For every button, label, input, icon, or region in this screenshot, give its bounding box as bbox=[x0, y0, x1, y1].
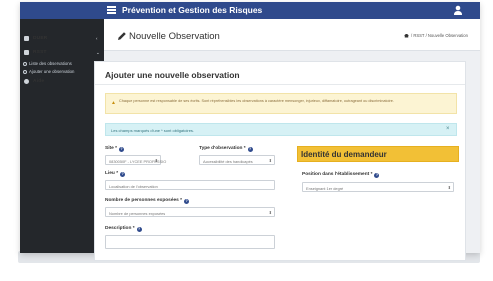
info-alert: Les champs marqués d'une * sont obligato… bbox=[105, 123, 457, 136]
nombre-label-text: Nombre de personnes exposées * bbox=[105, 198, 183, 203]
sidebar-item-label: RSST bbox=[33, 50, 47, 55]
lieu-label-text: Lieu * bbox=[105, 171, 119, 176]
sidebar-subitem-ajouter[interactable]: Ajouter une observation bbox=[23, 69, 74, 74]
position-label-text: Position dans l'établissement * bbox=[302, 172, 373, 177]
chevron-down-icon: ⌄ bbox=[96, 50, 100, 55]
card-divider bbox=[95, 84, 465, 85]
observation-card: Ajouter une nouvelle observation ▲ Chaqu… bbox=[94, 61, 466, 261]
site-label-text: Site * bbox=[105, 146, 117, 151]
sidebar-subitem-liste[interactable]: Liste des observations bbox=[23, 61, 72, 66]
sidebar: DUER ‹ RSST ⌄ Liste des observations Ajo… bbox=[20, 19, 104, 253]
circle-icon bbox=[23, 61, 27, 66]
hamburger-icon[interactable] bbox=[107, 6, 116, 14]
type-label: Type d'observation *? bbox=[199, 146, 253, 152]
site-select[interactable]: 0830050F - LYCEE PROFESSIO ⬍ bbox=[105, 155, 166, 165]
info-text: Les champs marqués d'une * sont obligato… bbox=[111, 128, 195, 133]
select-arrows-icon: ⬍ bbox=[268, 158, 272, 163]
close-icon[interactable]: × bbox=[446, 126, 450, 132]
sidebar-subitem-label: Ajouter une observation bbox=[29, 69, 75, 74]
breadcrumb[interactable]: / RSST / Nouvelle Observation bbox=[404, 33, 468, 38]
circle-icon bbox=[23, 69, 27, 74]
lieu-input[interactable]: Localisation de l'observation bbox=[105, 180, 275, 190]
sidebar-subitem-label: Liste des observations bbox=[29, 61, 72, 66]
warning-alert: ▲ Chaque personne est responsable de ses… bbox=[105, 93, 457, 114]
chevron-left-icon: ‹ bbox=[96, 36, 98, 41]
question-icon[interactable]: ? bbox=[374, 172, 380, 178]
question-icon[interactable]: ? bbox=[247, 146, 253, 152]
home-icon[interactable] bbox=[404, 33, 409, 38]
position-select-value: Enseignant 1er degré bbox=[306, 185, 344, 191]
app-title: Prévention et Gestion des Risques bbox=[122, 5, 263, 15]
nombre-placeholder: Nombre de personnes exposées bbox=[109, 210, 166, 216]
warning-icon: ▲ bbox=[111, 100, 116, 106]
select-arrows-icon: ⬍ bbox=[154, 158, 158, 163]
folder-icon bbox=[24, 36, 29, 41]
top-bar: Prévention et Gestion des Risques bbox=[20, 2, 480, 19]
select-arrows-icon: ⬍ bbox=[447, 185, 451, 190]
site-label: Site *? bbox=[105, 146, 124, 152]
description-textarea[interactable] bbox=[105, 235, 275, 249]
sidebar-item-label: DUER bbox=[33, 36, 48, 41]
warning-text: Chaque personne est responsable de ses é… bbox=[119, 99, 394, 103]
type-select-value: Accessibilité des handicapés bbox=[203, 158, 253, 164]
type-select[interactable]: Accessibilité des handicapés ⬍ bbox=[199, 155, 275, 165]
breadcrumb-text[interactable]: / RSST / Nouvelle Observation bbox=[411, 33, 468, 38]
page-title: Nouvelle Observation bbox=[129, 31, 220, 42]
type-label-text: Type d'observation * bbox=[199, 146, 246, 151]
sidebar-item-rsst[interactable]: RSST ⌄ bbox=[20, 47, 104, 58]
description-label: Description *? bbox=[105, 226, 142, 232]
nombre-label: Nombre de personnes exposées *? bbox=[105, 198, 190, 204]
question-icon[interactable]: ? bbox=[184, 198, 190, 204]
page-header: Nouvelle Observation / RSST / Nouvelle O… bbox=[104, 19, 480, 51]
pencil-icon bbox=[118, 32, 126, 40]
user-icon[interactable] bbox=[453, 5, 463, 16]
sidebar-item-duer[interactable]: DUER ‹ bbox=[20, 33, 104, 44]
card-title: Ajouter une nouvelle observation bbox=[105, 70, 240, 80]
question-icon bbox=[24, 79, 29, 84]
sidebar-item-aide[interactable]: Aide bbox=[20, 76, 104, 87]
nombre-input[interactable]: Nombre de personnes exposées ⬍ bbox=[105, 207, 275, 217]
description-label-text: Description * bbox=[105, 226, 135, 231]
screenshot-stage: Prévention et Gestion des Risques DUER ‹… bbox=[0, 0, 493, 281]
question-icon[interactable]: ? bbox=[119, 146, 124, 152]
lieu-label: Lieu *? bbox=[105, 171, 126, 177]
folder-icon bbox=[24, 50, 29, 55]
question-icon[interactable]: ? bbox=[136, 226, 142, 232]
position-select[interactable]: Enseignant 1er degré ⬍ bbox=[302, 182, 454, 192]
sidebar-item-label: Aide bbox=[33, 79, 45, 84]
question-icon[interactable]: ? bbox=[120, 171, 126, 177]
identite-title: Identité du demandeur bbox=[301, 150, 387, 159]
stepper-icon: ⬍ bbox=[268, 210, 272, 215]
position-label: Position dans l'établissement *? bbox=[302, 172, 380, 178]
identite-panel-header: Identité du demandeur bbox=[297, 146, 459, 162]
lieu-placeholder: Localisation de l'observation bbox=[109, 183, 158, 189]
